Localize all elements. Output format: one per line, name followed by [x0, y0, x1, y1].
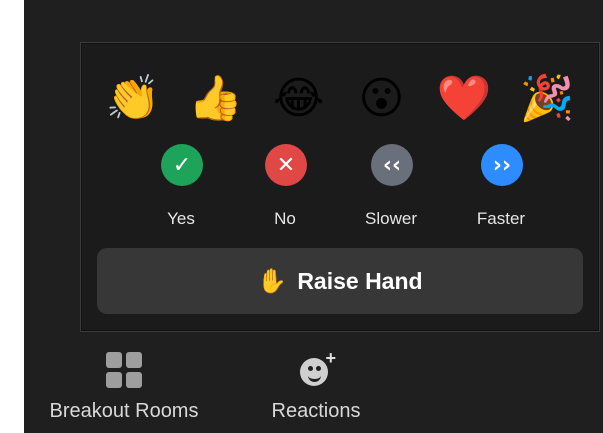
- x-mark-icon: ✕: [265, 144, 307, 186]
- reactions-popup: 👏 👍 😂 😮 ❤️ 🎉 ✓ Yes ✕ No ‹‹ Slower ›› Fas…: [80, 42, 600, 332]
- feedback-row: ✓ Yes ✕ No ‹‹ Slower ›› Faster: [141, 144, 541, 244]
- raised-hand-icon: ✋: [257, 267, 288, 295]
- clap-reaction-button[interactable]: 👏: [105, 71, 161, 127]
- tears-of-joy-reaction-button[interactable]: 😂: [271, 71, 327, 127]
- fast-forward-icon: ››: [481, 144, 523, 186]
- raise-hand-button[interactable]: ✋ Raise Hand: [97, 248, 583, 314]
- breakout-rooms-button[interactable]: Breakout Rooms: [34, 352, 214, 423]
- surprised-face-icon: 😮: [358, 73, 405, 124]
- checkmark-icon: ✓: [161, 144, 203, 186]
- emoji-reactions-row: 👏 👍 😂 😮 ❤️ 🎉: [105, 67, 575, 131]
- thumbs-up-reaction-button[interactable]: 👍: [188, 71, 244, 127]
- faster-label: Faster: [476, 209, 526, 228]
- faster-button[interactable]: ›› Faster: [461, 144, 541, 244]
- raise-hand-label: Raise Hand: [297, 267, 423, 294]
- no-label: No: [274, 209, 296, 228]
- clap-icon: 👏: [105, 73, 161, 124]
- rewind-icon: ‹‹: [371, 144, 413, 186]
- add-reaction-icon: +: [298, 348, 336, 388]
- heart-reaction-button[interactable]: ❤️: [436, 71, 492, 127]
- heart-icon: ❤️: [436, 73, 492, 124]
- reactions-label: Reactions: [271, 400, 361, 422]
- slower-label: Slower: [365, 209, 417, 228]
- no-button[interactable]: ✕ No: [245, 144, 325, 244]
- slower-button[interactable]: ‹‹ Slower: [351, 144, 431, 244]
- breakout-rooms-label: Breakout Rooms: [49, 400, 199, 422]
- yes-button[interactable]: ✓ Yes: [141, 144, 221, 244]
- yes-label: Yes: [167, 209, 195, 228]
- thumbs-up-icon: 👍: [188, 73, 244, 124]
- reactions-button[interactable]: + Reactions: [256, 348, 376, 423]
- tears-of-joy-icon: 😂: [272, 73, 325, 124]
- party-popper-reaction-button[interactable]: 🎉: [519, 71, 575, 127]
- grid-icon: [106, 352, 142, 388]
- surprised-reaction-button[interactable]: 😮: [353, 71, 409, 127]
- party-popper-icon: 🎉: [519, 73, 575, 124]
- meeting-screen: 👏 👍 😂 😮 ❤️ 🎉 ✓ Yes ✕ No ‹‹ Slower ›› Fas…: [24, 0, 603, 433]
